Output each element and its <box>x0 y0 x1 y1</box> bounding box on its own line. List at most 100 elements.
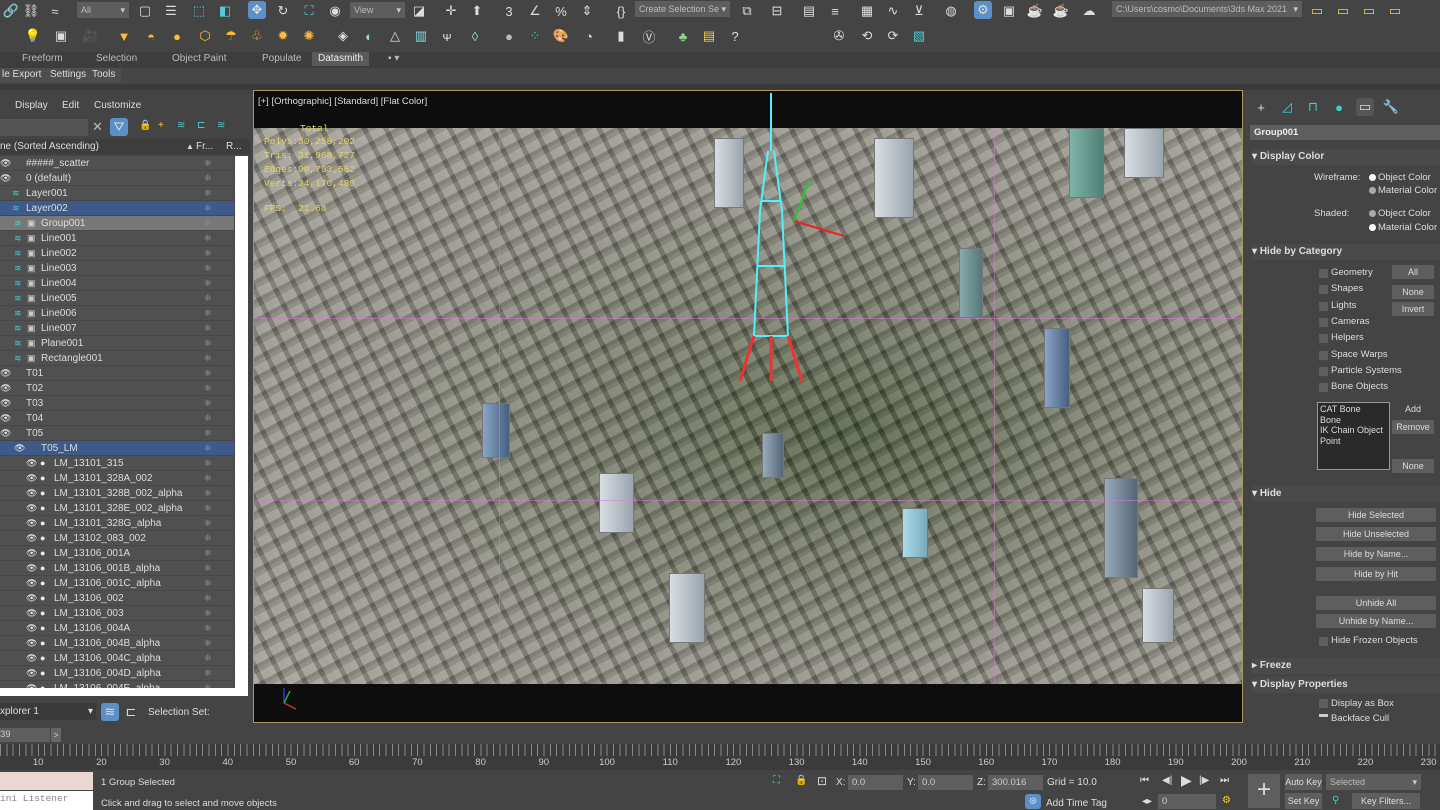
rollout-display-properties[interactable]: ▾ Display Properties <box>1252 677 1440 693</box>
named-selection-dropdown[interactable]: Create Selection Se <box>635 1 730 17</box>
explorer-row[interactable]: 👁 ● LM_13106_004B_alpha ❄ <box>0 636 234 651</box>
hide-frozen-checkbox[interactable] <box>1319 637 1328 646</box>
visibility-eye-icon[interactable]: 👁 <box>0 426 11 441</box>
visibility-eye-icon[interactable]: 👁 <box>0 411 11 426</box>
tool2-icon[interactable]: ⟲ <box>858 27 876 45</box>
time-slider[interactable]: 39 <box>0 728 50 742</box>
project-path-dropdown[interactable]: C:\Users\cosmo\Documents\3ds Max 2021 <box>1112 1 1302 17</box>
category-checkbox[interactable] <box>1319 366 1328 376</box>
keyboard-shortcut-icon[interactable]: ⬆ <box>468 2 486 20</box>
explorer-row[interactable]: 👁 ● LM_13106_003 ❄ <box>0 606 234 621</box>
visibility-eye-icon[interactable]: 👁 <box>26 636 37 651</box>
freeze-toggle-icon[interactable]: ❄ <box>204 396 212 411</box>
explorer-row[interactable]: 👁 ● LM_13106_002 ❄ <box>0 591 234 606</box>
x-coordinate-input[interactable]: 0.0 <box>848 775 903 790</box>
list-item[interactable]: CAT Bone <box>1320 404 1387 415</box>
category-checkbox[interactable] <box>1319 285 1328 295</box>
visibility-eye-icon[interactable]: 👁 <box>26 621 37 636</box>
layer-icon[interactable]: ≋ <box>14 321 22 336</box>
rollout-freeze[interactable]: ▸ Freeze <box>1252 658 1440 674</box>
freeze-toggle-icon[interactable]: ❄ <box>204 411 212 426</box>
shaded-material-color-radio[interactable] <box>1369 224 1376 231</box>
explorer-row[interactable]: 👁 ● LM_13106_004D_alpha ❄ <box>0 666 234 681</box>
align-icon[interactable]: ⊟ <box>768 2 786 20</box>
visibility-eye-icon[interactable]: 👁 <box>26 546 37 561</box>
freeze-toggle-icon[interactable]: ❄ <box>204 426 212 441</box>
render-setup-icon[interactable]: ⚙ <box>974 1 992 19</box>
category-checkbox[interactable] <box>1319 350 1328 360</box>
explorer-row[interactable]: 👁 T01 ❄ <box>0 366 234 381</box>
category-listbox[interactable]: CAT Bone Bone IK Chain Object Point <box>1317 402 1390 470</box>
select-by-name-icon[interactable]: ☰ <box>162 2 180 20</box>
explorer-row[interactable]: 👁 ● LM_13101_328A_002 ❄ <box>0 471 234 486</box>
unhide-all-button[interactable]: Unhide All <box>1316 596 1436 610</box>
freeze-toggle-icon[interactable]: ❄ <box>204 171 212 186</box>
hierarchy-tab-icon[interactable]: ⊓ <box>1304 98 1322 116</box>
display-as-box-checkbox[interactable] <box>1319 699 1328 708</box>
rendered-frame-icon[interactable]: ▣ <box>1000 2 1018 20</box>
invert-button[interactable]: Invert <box>1392 302 1434 316</box>
explorer-row[interactable]: 👁 0 (default) ❄ <box>0 171 234 186</box>
visibility-eye-icon[interactable]: 👁 <box>0 171 11 186</box>
plane-icon[interactable]: △ <box>386 27 404 45</box>
render-iterative-icon[interactable]: ☕ <box>1052 2 1070 20</box>
light-icon[interactable]: 💡 <box>24 27 42 45</box>
list-item[interactable]: Bone <box>1320 415 1387 426</box>
link-icon[interactable]: 🔗 <box>2 2 20 20</box>
visibility-eye-icon[interactable]: 👁 <box>0 381 11 396</box>
explorer-row[interactable]: ≋ Layer002 ❄ <box>0 201 234 216</box>
project-structure-icon[interactable]: ▭ <box>1386 2 1404 20</box>
explorer-row[interactable]: 👁 ● LM_13106_001A ❄ <box>0 546 234 561</box>
explorer-row[interactable]: ≋ ▣ Group001 ❄ <box>0 216 234 231</box>
explorer-row[interactable]: 👁 ● LM_13106_004C_alpha ❄ <box>0 651 234 666</box>
explorer-row[interactable]: ≋ ▣ Plane001 ❄ <box>0 336 234 351</box>
freeze-toggle-icon[interactable]: ❄ <box>204 516 212 531</box>
unlink-icon[interactable]: ⛓ <box>22 2 40 20</box>
render-icon[interactable]: ☕ <box>1026 2 1044 20</box>
percent-snap-icon[interactable]: % <box>552 2 570 20</box>
create-tab-icon[interactable]: + <box>1252 98 1270 116</box>
freeze-toggle-icon[interactable]: ❄ <box>204 231 212 246</box>
tab-populate[interactable]: Populate <box>256 52 307 66</box>
list-item[interactable]: IK Chain Object <box>1320 425 1387 436</box>
volume-icon[interactable]: ◊ <box>466 27 484 45</box>
freeze-toggle-icon[interactable]: ❄ <box>204 621 212 636</box>
time-config-icon[interactable]: ⚙ <box>1222 795 1231 806</box>
freeze-toggle-icon[interactable]: ❄ <box>204 366 212 381</box>
menu-customize[interactable]: Customize <box>94 100 141 111</box>
layer-icon[interactable]: ≋ <box>14 261 22 276</box>
hierarchy-icon[interactable]: ⊏ <box>197 120 205 131</box>
add-button[interactable]: Add <box>1392 402 1434 416</box>
key-mode-icon[interactable]: ◂▸ <box>1142 796 1152 807</box>
vray-icon[interactable]: Ⓥ <box>640 27 658 45</box>
visibility-eye-icon[interactable]: 👁 <box>26 606 37 621</box>
next-frame-button-icon[interactable]: |▶ <box>1199 775 1209 786</box>
none-list-button[interactable]: None <box>1392 459 1434 473</box>
next-frame-icon[interactable]: > <box>51 728 61 742</box>
freeze-toggle-icon[interactable]: ❄ <box>204 666 212 681</box>
fur-icon[interactable]: ◐ <box>360 27 378 45</box>
freeze-toggle-icon[interactable]: ❄ <box>204 561 212 576</box>
visibility-eye-icon[interactable]: 👁 <box>26 666 37 681</box>
lamp-icon[interactable]: ☂ <box>222 27 240 45</box>
maxscript-listener-pink[interactable] <box>0 772 93 790</box>
layer-icon[interactable]: ≋ <box>12 186 20 201</box>
explorer-hscrollbar[interactable] <box>0 688 248 696</box>
freeze-toggle-icon[interactable]: ❄ <box>204 246 212 261</box>
tool-icon[interactable]: ✇ <box>830 27 848 45</box>
menu-display[interactable]: Display <box>15 100 48 111</box>
explorer-row[interactable]: 👁 ● LM_13101_328B_002_alpha ❄ <box>0 486 234 501</box>
layer-icon[interactable]: ≋ <box>14 216 22 231</box>
previous-frame-icon[interactable]: ◀| <box>1162 775 1172 786</box>
axis-constraint-icon[interactable]: ✛ <box>442 2 460 20</box>
visibility-eye-icon[interactable]: 👁 <box>0 156 11 171</box>
explorer-row[interactable]: 👁 #####_scatter ❄ <box>0 156 234 171</box>
freeze-toggle-icon[interactable]: ❄ <box>204 216 212 231</box>
visibility-eye-icon[interactable]: 👁 <box>26 531 37 546</box>
clear-search-icon[interactable]: ✕ <box>92 119 103 135</box>
absolute-mode-icon[interactable]: ⊡ <box>817 774 827 788</box>
pivot-icon[interactable]: ◪ <box>410 2 428 20</box>
angle-snap-icon[interactable]: ∠ <box>526 2 544 20</box>
explorer-row[interactable]: 👁 T04 ❄ <box>0 411 234 426</box>
freeze-toggle-icon[interactable]: ❄ <box>204 261 212 276</box>
